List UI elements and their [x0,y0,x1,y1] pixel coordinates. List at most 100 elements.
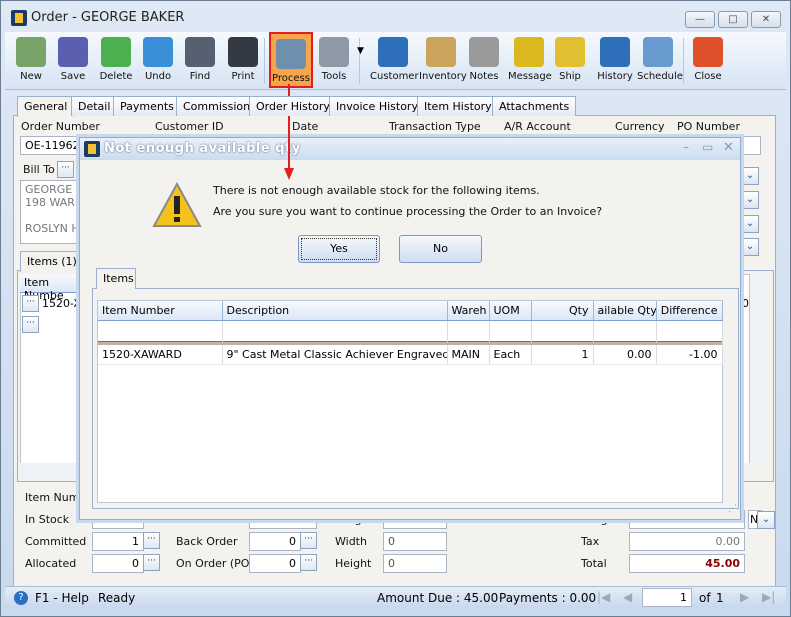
height-input[interactable]: 0 [383,554,447,573]
back-order-lookup-button[interactable]: ··· [300,532,317,549]
column-header[interactable]: Item Number [98,301,223,321]
toolbar-label: Schedule [637,71,683,82]
page-of: of [699,591,711,605]
tools-dropdown-arrow[interactable]: ▼ [357,46,364,56]
dialog-message-line1: There is not enough available stock for … [213,184,540,197]
dropdown-arrow[interactable]: ⌄ [741,167,759,185]
message-icon [514,37,544,67]
committed-lookup-button[interactable]: ··· [143,532,160,549]
customer-person-icon [378,37,408,67]
tab-invoice-history[interactable]: Invoice History [329,96,425,116]
tab-commission[interactable]: Commission [176,96,258,116]
tax-input[interactable]: 0.00 [629,532,745,551]
resize-grip-icon[interactable]: ⋰ [728,504,737,514]
payments: Payments : 0.00 [499,591,597,605]
toolbar-ship-button[interactable]: Ship [552,32,588,88]
yes-button[interactable]: Yes [298,235,380,263]
column-header[interactable]: Qty [531,301,594,321]
page-count: 1 [716,591,724,605]
grid-cell: 1520-XAWARD [98,345,223,364]
dialog-maximize-button[interactable]: ▭ [702,140,713,154]
toolbar-label: Ship [559,71,581,82]
toolbar-save-button[interactable]: Save [55,32,91,88]
tab-attachments[interactable]: Attachments [492,96,577,116]
minimize-button[interactable]: — [685,11,715,28]
toolbar-schedule-button[interactable]: Schedule [637,32,683,88]
column-header[interactable]: Difference [656,301,723,321]
tab-item-history[interactable]: Item History [417,96,499,116]
tab-detail[interactable]: Detail [71,96,118,116]
toolbar-label: Undo [144,71,172,82]
tab-order-history[interactable]: Order History [249,96,337,116]
dialog-title: Not enough available qty [104,141,301,156]
toolbar-history-button[interactable]: History [595,32,635,88]
tab-items[interactable]: Items (1) [20,251,84,272]
column-header[interactable]: Description [222,301,448,321]
toolbar-find-button[interactable]: Find [182,32,218,88]
toolbar-label: Print [231,71,255,82]
toolbar-inventory-button[interactable]: Inventory [419,32,467,88]
column-header[interactable]: ailable Qty [593,301,657,321]
dialog-tab-items[interactable]: Items [96,268,136,289]
committed-label: Committed [25,535,87,548]
address-line: ROSLYN HE [25,222,87,235]
close-window-icon [693,37,723,67]
dropdown-arrow[interactable]: ⌄ [741,215,759,233]
dialog-minimize-button[interactable]: – [683,140,689,154]
toolbar-label: History [597,71,633,82]
freight-code-dropdown[interactable]: ⌄ [757,511,775,529]
toolbar-message-button[interactable]: Message [508,32,552,88]
last-page-icon[interactable]: ▶| [762,590,775,604]
bill-to-lookup-button[interactable]: ··· [57,161,74,178]
toolbar-delete-button[interactable]: Delete [98,32,134,88]
dialog-items-grid: Item Number Description Wareh UOM Qty ai… [97,300,723,503]
notepad-pen-icon [469,37,499,67]
toolbar-customer-button[interactable]: Customer [370,32,419,88]
toolbar-label: Customer [370,71,419,82]
grid-cell: 9" Cast Metal Classic Achiever Engraved … [222,345,448,364]
amount-due: Amount Due : 45.00 [377,591,499,605]
help-label[interactable]: F1 - Help [35,591,89,605]
dropdown-arrow[interactable]: ⌄ [741,238,759,256]
column-header[interactable]: Wareh [447,301,490,321]
toolbar-new-button[interactable]: New [13,32,49,88]
app-icon [11,10,27,26]
row-lookup-button[interactable]: ··· [22,316,39,333]
vertical-scrollbar[interactable] [751,274,767,464]
po-number-label: PO Number [677,120,740,133]
dialog-close-button[interactable]: ✕ [723,140,734,155]
page-input[interactable]: 1 [642,588,692,607]
order-number-label: Order Number [21,120,100,133]
on-order-input[interactable]: 0 [249,554,301,573]
column-header[interactable]: UOM [489,301,532,321]
toolbar-notes-button[interactable]: Notes [466,32,502,88]
table-row[interactable]: 1520-XAWARD 9" Cast Metal Classic Achiev… [98,345,723,364]
total-input[interactable]: 45.00 [629,554,745,573]
previous-page-icon[interactable]: ◀ [623,590,632,604]
row-lookup-button[interactable]: ··· [22,295,39,312]
filter-row[interactable] [98,320,723,341]
width-label: Width [335,535,367,548]
back-order-input[interactable]: 0 [249,532,301,551]
width-input[interactable]: 0 [383,532,447,551]
first-page-icon[interactable]: |◀ [597,590,610,604]
next-page-icon[interactable]: ▶ [740,590,749,604]
grid-cell: -1.00 [656,345,723,364]
tax-label: Tax [581,535,600,548]
committed-input[interactable]: 1 [92,532,144,551]
tab-payments[interactable]: Payments [113,96,181,116]
toolbar-print-button[interactable]: Print [225,32,261,88]
no-button[interactable]: No [399,235,482,263]
dropdown-arrow[interactable]: ⌄ [741,191,759,209]
on-order-lookup-button[interactable]: ··· [300,554,317,571]
toolbar-close-button[interactable]: Close [689,32,727,88]
toolbar-label: Delete [99,71,133,82]
close-window-button[interactable]: ✕ [751,11,781,28]
allocated-input[interactable]: 0 [92,554,144,573]
maximize-button[interactable]: □ [718,11,748,28]
toolbar-process-button[interactable]: Process [269,32,313,88]
toolbar-tools-button[interactable]: Tools [315,32,353,88]
allocated-lookup-button[interactable]: ··· [143,554,160,571]
toolbar-undo-button[interactable]: Undo [140,32,176,88]
tab-general[interactable]: General [17,96,75,117]
